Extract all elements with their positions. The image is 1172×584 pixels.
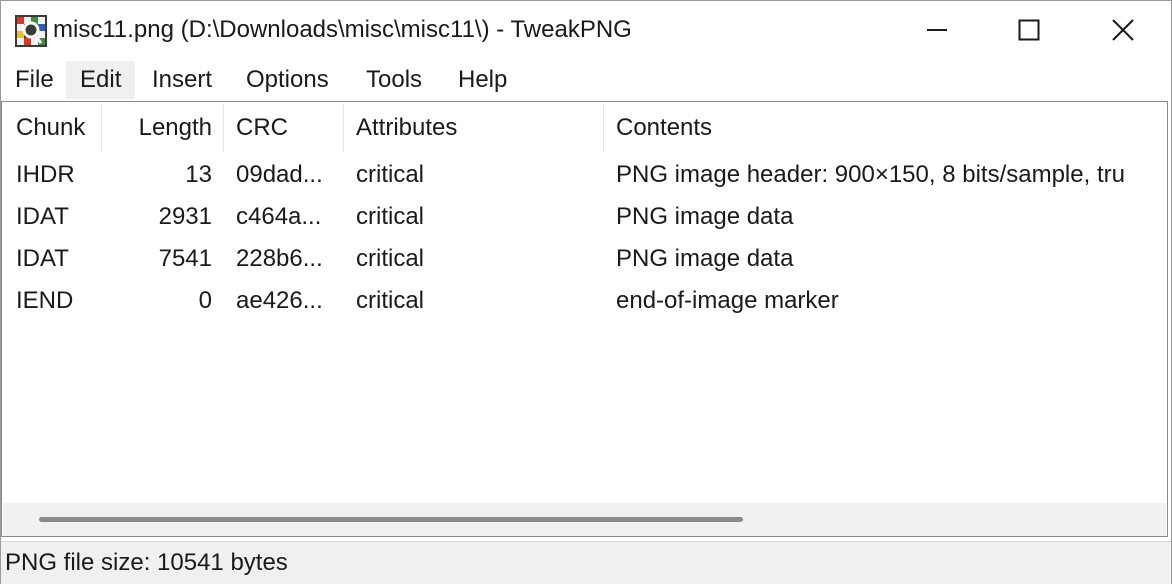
chunk-list[interactable]: Chunk Length CRC Attributes Contents IHD… [1,101,1168,537]
menu-insert[interactable]: Insert [138,61,226,99]
status-bar: PNG file size: 10541 bytes [1,541,1171,584]
menu-edit[interactable]: Edit [66,61,136,99]
cell-attributes: critical [356,245,425,272]
column-header-contents[interactable]: Contents [616,102,1156,154]
cell-chunk: IEND [16,287,74,314]
maximize-button[interactable] [983,1,1075,59]
cell-length: 0 [198,287,212,314]
cell-attributes: critical [356,287,425,314]
cell-chunk: IHDR [16,161,75,188]
cell-chunk: IDAT [16,203,69,230]
cell-contents: PNG image data [616,245,794,272]
cell-contents: end-of-image marker [616,287,839,314]
minimize-icon [927,29,947,31]
cell-chunk: IDAT [16,245,69,272]
column-separator[interactable] [223,104,224,152]
cell-contents: PNG image header: 900×150, 8 bits/sample… [616,161,1125,188]
cell-crc: 228b6... [236,245,323,272]
menu-bar: File Edit Insert Options Tools Help [1,59,1171,101]
cell-crc: c464a... [236,203,322,230]
cell-attributes: critical [356,161,425,188]
close-icon [1112,19,1134,41]
cell-crc: ae426... [236,287,323,314]
tweakpng-window: misc11.png (D:\Downloads\misc\misc11\) -… [0,0,1172,584]
window-title: misc11.png (D:\Downloads\misc\misc11\) -… [53,16,632,43]
column-separator[interactable] [603,104,604,152]
horizontal-scrollbar-thumb[interactable] [39,517,743,522]
maximize-icon [1018,19,1040,41]
column-header-length[interactable]: Length [102,102,212,154]
tweakpng-app-icon [15,15,47,47]
cell-length: 13 [185,161,212,188]
cell-crc: 09dad... [236,161,323,188]
column-header-chunk[interactable]: Chunk [16,102,96,154]
menu-help[interactable]: Help [444,61,521,99]
menu-options[interactable]: Options [232,61,343,99]
column-header-crc[interactable]: CRC [236,102,336,154]
horizontal-scrollbar[interactable] [3,503,1166,536]
cell-length: 7541 [158,245,212,272]
menu-file[interactable]: File [1,61,68,99]
menu-tools[interactable]: Tools [352,61,436,99]
title-bar[interactable]: misc11.png (D:\Downloads\misc\misc11\) -… [1,1,1171,59]
cell-attributes: critical [356,203,425,230]
cell-length: 2931 [158,203,212,230]
column-header-attributes[interactable]: Attributes [356,102,596,154]
status-text: PNG file size: 10541 bytes [5,549,288,576]
close-button[interactable] [1075,1,1171,59]
minimize-button[interactable] [891,1,983,59]
cell-contents: PNG image data [616,203,794,230]
column-separator[interactable] [343,104,344,152]
